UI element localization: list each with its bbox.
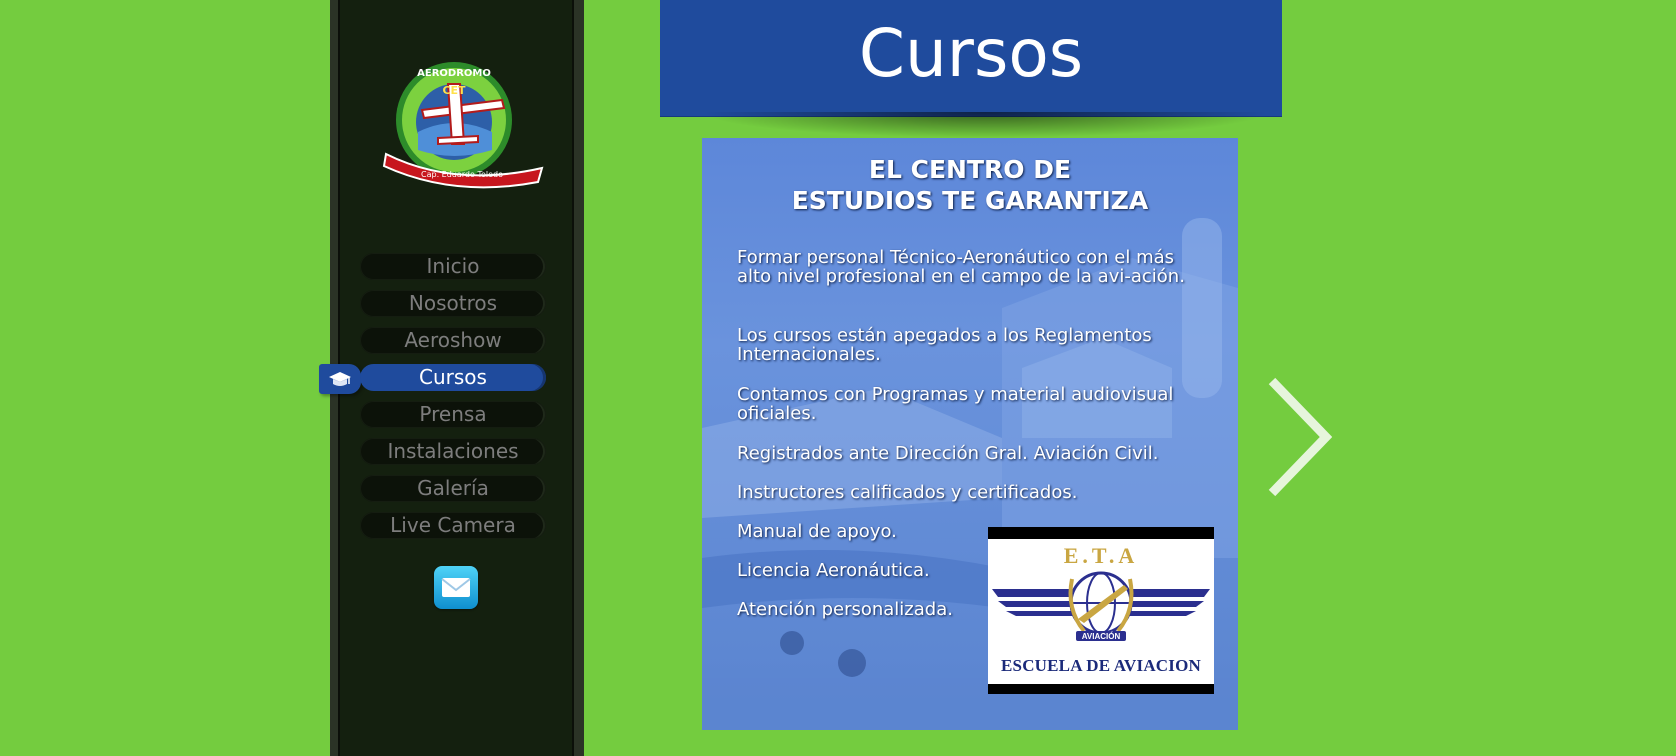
guarantee-item: Contamos con Programas y material audiov… [737,384,1174,424]
nav-item-cursos[interactable]: Cursos [360,364,546,391]
nav-item-instalaciones[interactable]: Instalaciones [360,438,546,465]
main-nav: Inicio Nosotros Aeroshow Cursos Prensa I… [360,253,546,549]
nav-item-inicio[interactable]: Inicio [360,253,546,280]
poster-title: EL CENTRO DE ESTUDIOS TE GARANTIZA [702,154,1238,216]
poster-title-line-1: EL CENTRO DE [868,155,1072,184]
guarantee-item: Instructores calificados y certificados. [737,482,1078,503]
guarantee-item: Formar personal Técnico-Aeronáutico con … [737,247,1185,287]
envelope-icon[interactable] [434,566,478,609]
nav-item-galeria[interactable]: Galería [360,475,546,502]
svg-text:AVIACIÓN: AVIACIÓN [1082,632,1121,641]
nav-item-live-camera[interactable]: Live Camera [360,512,546,539]
guarantee-item: Atención personalizada. [737,599,953,620]
site-logo[interactable]: AERODROMO CET Cap. Eduardo Toledo [382,58,546,190]
svg-text:AERODROMO: AERODROMO [417,68,491,79]
graduation-cap-icon [319,364,361,394]
page-header: Cursos [660,0,1282,116]
guarantee-item: Manual de apoyo. [737,521,897,542]
guarantee-item: Registrados ante Dirección Gral. Aviació… [737,443,1159,464]
nav-item-aeroshow[interactable]: Aeroshow [360,327,546,354]
courses-poster: EL CENTRO DE ESTUDIOS TE GARANTIZA Forma… [702,138,1238,730]
school-logo-name: ESCUELA DE AVIACION [1001,656,1201,675]
nav-item-prensa[interactable]: Prensa [360,401,546,428]
svg-text:CET: CET [442,84,466,97]
poster-title-line-2: ESTUDIOS TE GARANTIZA [791,186,1149,215]
nav-item-nosotros[interactable]: Nosotros [360,290,546,317]
guarantee-item: Licencia Aeronáutica. [737,560,930,581]
page-title: Cursos [858,15,1084,92]
chevron-right-icon[interactable] [1268,377,1332,497]
svg-text:Cap. Eduardo Toledo: Cap. Eduardo Toledo [421,170,503,179]
school-logo: E.T.A AVIACIÓN ESCUELA DE AVIACION [988,527,1214,694]
guarantee-item: Los cursos están apegados a los Reglamen… [737,325,1152,365]
header-shadow [700,112,1270,138]
